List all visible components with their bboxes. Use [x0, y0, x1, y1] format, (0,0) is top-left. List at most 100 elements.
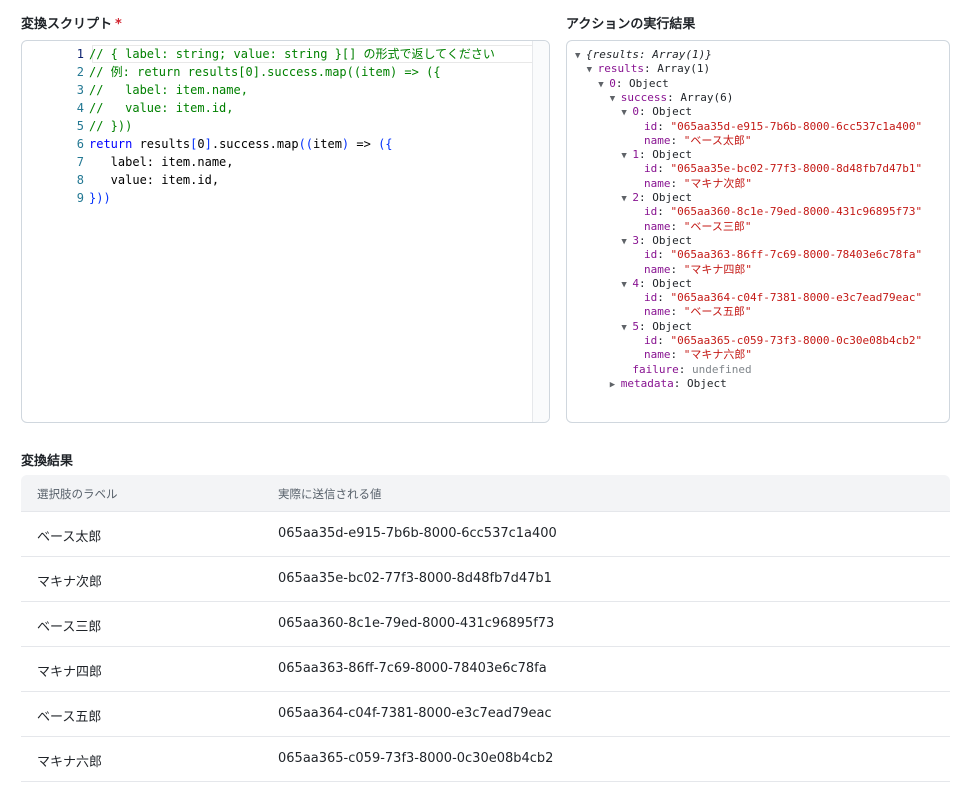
tree-text: : [670, 262, 684, 276]
code-token: // { label: string; value: string }[] の形… [89, 47, 495, 61]
code-token: .success.map [211, 137, 299, 151]
code-line[interactable]: 1 // { label: string; value: string }[] の… [22, 45, 532, 63]
cell-value: 065aa35e-bc02-77f3-8000-8d48fb7d47b1 [278, 571, 552, 586]
code-token: (( [298, 137, 314, 151]
code-token: ] [204, 137, 212, 151]
code-line[interactable]: 7 label: item.name, [22, 153, 532, 171]
table-row: ベース五郎 065aa364-c04f-7381-8000-e3c7ead79ea… [21, 692, 950, 737]
collapse-arrow-icon[interactable]: ▼ [621, 106, 632, 120]
code-line[interactable]: 6 return results[0].success.map((item) =>… [22, 135, 532, 153]
code-token: // })) [89, 119, 133, 133]
tree-node: id: "065aa35e-bc02-77f3-8000-8d48fb7d47b… [633, 162, 922, 176]
tree-key: name [644, 219, 671, 233]
tree-key: id [644, 291, 658, 305]
tree-node[interactable]: ▼ results: Array(1) [587, 62, 711, 76]
tree-node: name: "ベース太郎" [633, 134, 751, 148]
code-line[interactable]: 9})) [22, 189, 532, 207]
table-row: マキナ四郎 065aa363-86ff-7c69-8000-78403e6c78f… [21, 647, 950, 692]
tree-string-value: "マキナ六郎" [683, 348, 752, 362]
collapse-arrow-icon[interactable]: ▼ [621, 149, 632, 163]
tree-node: failure: undefined [621, 363, 751, 377]
tree-string-value: "ベース五郎" [683, 305, 752, 319]
line-number: 5 [76, 119, 84, 133]
expand-arrow-icon[interactable]: ▶ [610, 378, 621, 392]
header-value: 実際に送信される値 [278, 487, 382, 501]
code-line[interactable]: 4 // value: item.id, [22, 99, 532, 117]
tree-key: metadata [620, 376, 674, 390]
code-token: value: item.id, [89, 173, 220, 187]
tree-node: id: "065aa35d-e915-7b6b-8000-6cc537c1a40… [633, 120, 922, 134]
tree-node[interactable]: ▼ 4: Object [621, 277, 692, 291]
header-label: 選択肢のラベル [37, 487, 118, 501]
tree-node[interactable]: ▼ 3: Object [621, 234, 692, 248]
tree-text: : [657, 334, 671, 347]
script-section-title: 変換スクリプト * [21, 13, 122, 32]
tree-key: name [644, 262, 671, 276]
tree-key: failure [632, 362, 679, 376]
code-editor[interactable]: 1 // { label: string; value: string }[] の… [21, 40, 550, 423]
tree-node: id: "065aa360-8c1e-79ed-8000-431c96895f7… [633, 205, 922, 219]
tree-node[interactable]: ▼ 0: Object [621, 105, 692, 119]
tree-node[interactable]: ▼ 2: Object [621, 191, 692, 205]
tree-node: id: "065aa365-c059-73f3-8000-0c30e08b4cb… [633, 334, 922, 348]
code-source: // { label: string; value: string }[] の形… [89, 45, 495, 63]
collapse-arrow-icon[interactable]: ▼ [621, 235, 632, 249]
tree-key: id [644, 248, 658, 262]
tree-node[interactable]: ▼ {results: Array(1)} [575, 48, 712, 62]
tree-text: : [657, 162, 671, 176]
tree-node[interactable]: ▶ metadata: Object [610, 377, 727, 391]
tree-text: : Object [639, 276, 692, 290]
collapse-arrow-icon[interactable]: ▼ [621, 321, 632, 335]
code-source: label: item.name, [89, 153, 234, 171]
table-row: マキナ六郎 065aa365-c059-73f3-8000-0c30e08b4cb… [21, 737, 950, 782]
table-row: ベース三郎 065aa360-8c1e-79ed-8000-431c96895f7… [21, 602, 950, 647]
cell-value: 065aa360-8c1e-79ed-8000-431c96895f73 [278, 616, 555, 631]
collapse-arrow-icon[interactable]: ▼ [621, 278, 632, 292]
cell-label: ベース五郎 [37, 710, 102, 725]
result-section-title: アクションの実行結果 [566, 17, 696, 32]
code-token: // label: item.name, [89, 83, 248, 97]
collapse-arrow-icon[interactable]: ▼ [610, 92, 621, 106]
tree-node[interactable]: ▼ 0: Object [598, 77, 669, 91]
tree-node: name: "マキナ六郎" [633, 348, 752, 362]
tree-text: : [670, 219, 684, 233]
collapse-arrow-icon[interactable]: ▼ [575, 49, 586, 63]
code-source: // })) [89, 117, 132, 135]
tree-string-value: "ベース三郎" [683, 219, 752, 233]
collapse-arrow-icon[interactable]: ▼ [621, 192, 632, 206]
code-token: ({ [378, 137, 393, 151]
editor-scrollbar[interactable] [532, 41, 549, 422]
tree-key: id [644, 205, 658, 219]
tree-node[interactable]: ▼ success: Array(6) [610, 91, 734, 105]
tree-text: : Object [639, 148, 692, 162]
cell-label: ベース三郎 [37, 620, 102, 635]
required-mark: * [115, 17, 122, 32]
tree-string-value: "065aa363-86ff-7c69-8000-78403e6c78fa" [670, 248, 923, 262]
tree-key: name [644, 133, 671, 147]
code-line[interactable]: 8 value: item.id, [22, 171, 532, 189]
code-token: return [89, 137, 133, 151]
tree-key: name [644, 305, 671, 319]
tree-text: undefined [692, 362, 752, 376]
code-line[interactable]: 3 // label: item.name, [22, 81, 532, 99]
tree-node: id: "065aa364-c04f-7381-8000-e3c7ead79ea… [633, 291, 922, 305]
tree-text: : [657, 291, 671, 305]
cell-label: マキナ次郎 [37, 575, 103, 590]
tree-string-value: "ベース太郎" [683, 133, 752, 147]
table-section-title: 変換結果 [21, 454, 74, 469]
tree-text: : Object [673, 376, 727, 390]
code-token: item [313, 137, 342, 151]
tree-node[interactable]: ▼ 1: Object [621, 148, 692, 162]
code-line[interactable]: 5 // })) [22, 117, 532, 135]
code-token: => [349, 137, 379, 151]
tree-node[interactable]: ▼ 5: Object [621, 320, 692, 334]
collapse-arrow-icon[interactable]: ▼ [598, 78, 609, 92]
tree-text: : Object [639, 191, 692, 204]
tree-key: id [644, 334, 658, 347]
code-line[interactable]: 2 // 例: return results[0].success.map((it… [22, 63, 532, 81]
line-number: 6 [76, 137, 84, 151]
tree-text: : [678, 362, 692, 376]
code-token: // value: item.id, [89, 101, 234, 115]
collapse-arrow-icon[interactable]: ▼ [587, 63, 598, 77]
code-source: // value: item.id, [89, 99, 234, 117]
